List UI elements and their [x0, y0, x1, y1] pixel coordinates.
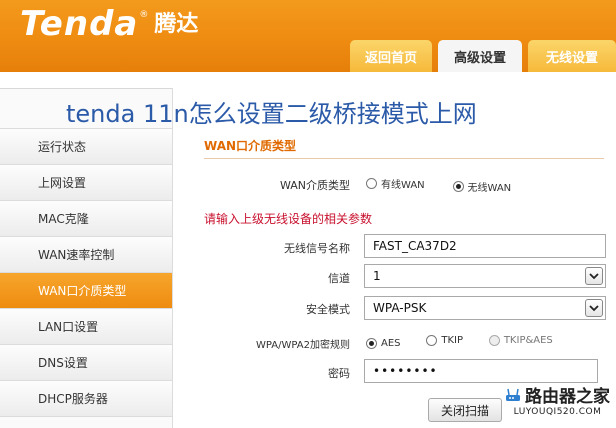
radio-aes-label: AES [381, 338, 401, 349]
sidebar-item-internet[interactable]: 上网设置 [0, 165, 172, 201]
logo-text-cn: 腾达 [154, 12, 199, 37]
radio-wired-wan[interactable]: 有线WAN [366, 176, 425, 191]
sidebar: 运行状态 上网设置 MAC克隆 WAN速率控制 WAN口介质类型 LAN口设置 … [0, 88, 172, 428]
password-input[interactable]: •••••••• [364, 359, 598, 383]
encryption-rule-label: WPA/WPA2加密规则 [256, 340, 350, 351]
encryption-radio-group: AES TKIP TKIP&AES [366, 335, 553, 349]
radio-tkip-aes-dot[interactable] [488, 335, 500, 346]
tab-advanced-settings[interactable]: 高级设置 [438, 40, 522, 72]
logo-registered-mark: ® [139, 10, 149, 20]
channel-select-value: 1 [373, 269, 381, 283]
header-bar: Tenda ® 腾达 返回首页 高级设置 无线设置 [0, 0, 616, 72]
radio-aes[interactable]: AES [366, 338, 401, 349]
radio-wireless-wan[interactable]: 无线WAN [452, 179, 512, 194]
wan-type-radio-group: 有线WAN 无线WAN [366, 176, 511, 194]
tab-wireless-settings[interactable]: 无线设置 [528, 40, 616, 72]
wan-type-label: WAN介质类型 [279, 179, 350, 192]
channel-label: 信道 [328, 272, 350, 285]
sidebar-item-mac-clone[interactable]: MAC克隆 [0, 201, 172, 237]
upstream-params-notice: 请输入上级无线设备的相关参数 [204, 212, 373, 226]
tenda-logo: Tenda ® 腾达 [20, 4, 198, 44]
radio-wired-wan-label: 有线WAN [381, 180, 425, 191]
sidebar-item-wan-rate[interactable]: WAN速率控制 [0, 237, 172, 273]
sidebar-item-status[interactable]: 运行状态 [0, 129, 172, 165]
security-mode-select-value: WPA-PSK [373, 301, 427, 315]
watermark-cn-text: 路由器之家 [525, 387, 610, 407]
router-icon [506, 388, 520, 401]
section-divider [204, 158, 604, 159]
radio-tkip-aes-label: TKIP&AES [503, 335, 553, 346]
security-mode-select[interactable]: WPA-PSK [364, 296, 606, 320]
ssid-input[interactable]: FAST_CA37D2 [364, 234, 606, 258]
sidebar-item-dns[interactable]: DNS设置 [0, 345, 172, 381]
radio-wireless-wan-dot[interactable] [452, 181, 464, 192]
chevron-down-icon[interactable] [585, 299, 603, 317]
radio-aes-dot[interactable] [366, 338, 377, 349]
security-mode-label: 安全模式 [306, 303, 350, 316]
logo-text-en: Tenda [20, 4, 139, 44]
sidebar-item-lan[interactable]: LAN口设置 [0, 309, 172, 345]
site-watermark: 路由器之家 LUYOUQI520.COM [505, 382, 610, 417]
sidebar-item-dhcp[interactable]: DHCP服务器 [0, 381, 172, 417]
channel-select[interactable]: 1 [364, 264, 606, 288]
watermark-cn-row: 路由器之家 [505, 382, 610, 407]
watermark-url: LUYOUQI520.COM [513, 407, 602, 417]
radio-wired-wan-dot[interactable] [366, 178, 377, 189]
radio-tkip-label: TKIP [441, 335, 463, 346]
radio-tkip-dot[interactable] [426, 335, 438, 346]
close-scan-button[interactable]: 关闭扫描 [428, 398, 502, 422]
section-title: WAN口介质类型 [204, 139, 297, 153]
overlay-title: tenda 11n怎么设置二级桥接模式上网 [66, 100, 477, 128]
sidebar-divider [172, 88, 173, 428]
sidebar-item-wan-medium[interactable]: WAN口介质类型 [0, 273, 172, 309]
radio-wireless-wan-label: 无线WAN [467, 183, 512, 194]
ssid-label: 无线信号名称 [284, 242, 350, 255]
chevron-down-icon[interactable] [585, 267, 603, 285]
radio-tkip[interactable]: TKIP [426, 335, 463, 346]
radio-tkip-aes[interactable]: TKIP&AES [488, 335, 553, 346]
top-tabs: 返回首页 高级设置 无线设置 [350, 40, 616, 72]
tab-home[interactable]: 返回首页 [350, 40, 432, 72]
password-label: 密码 [328, 367, 350, 380]
